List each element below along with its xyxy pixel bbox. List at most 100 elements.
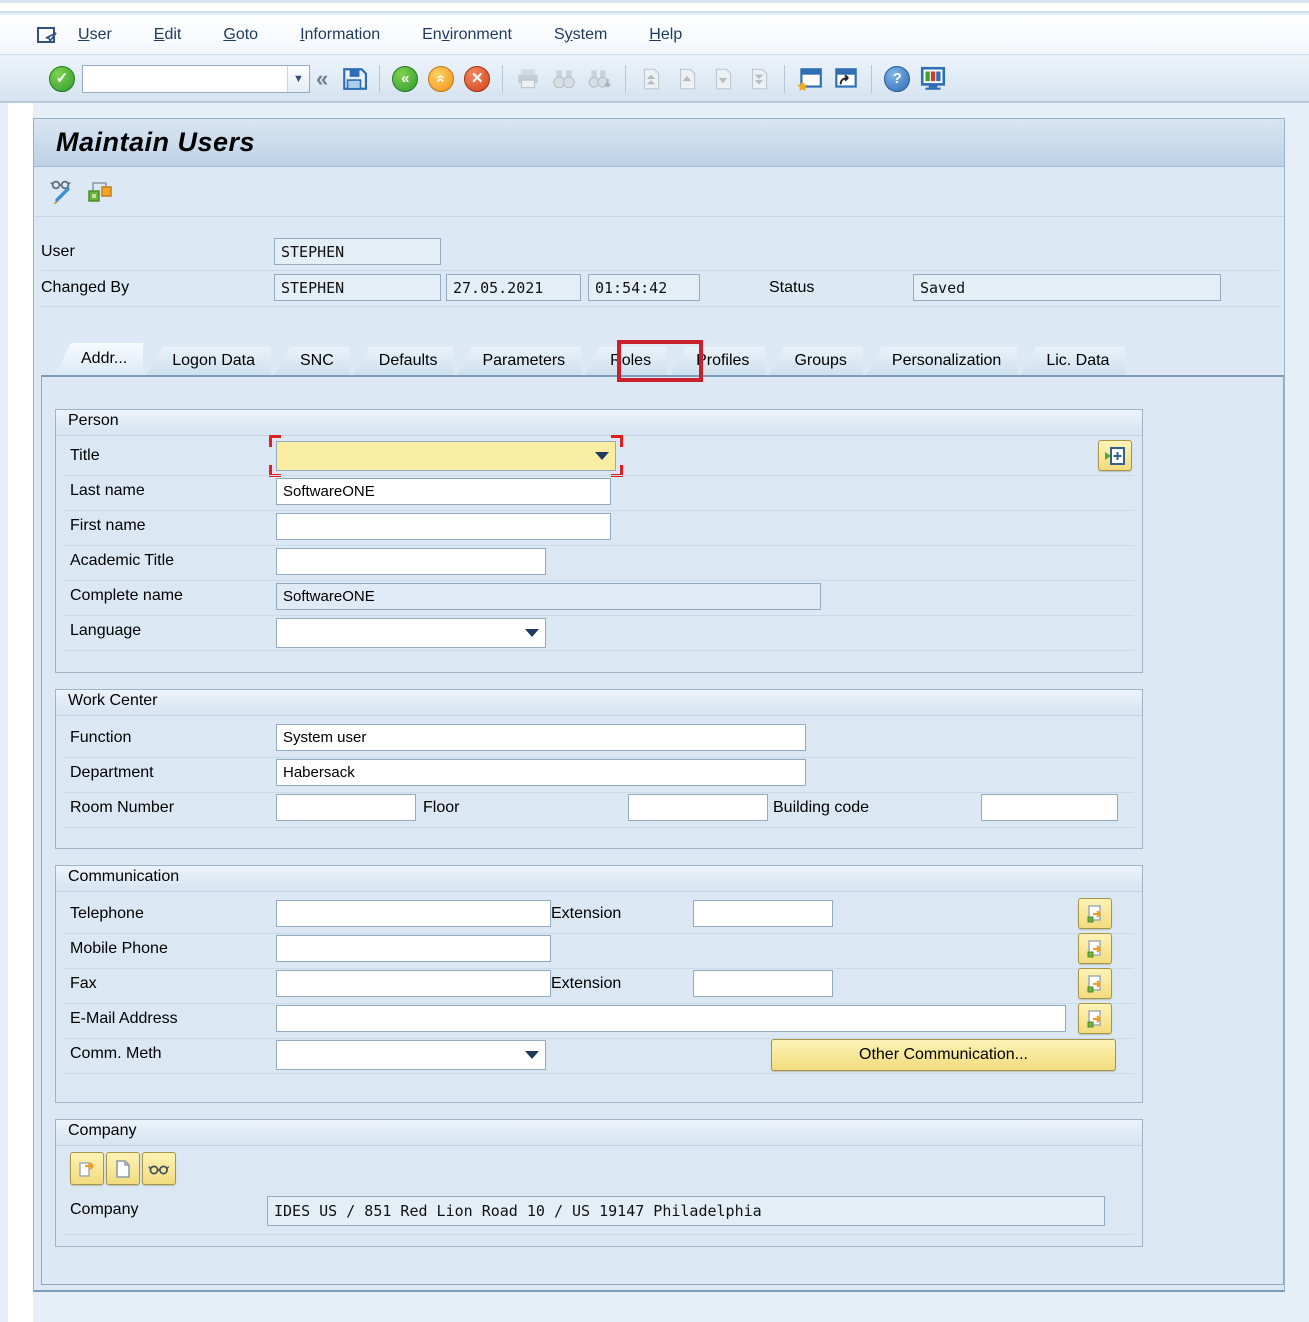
assign-company-address-button[interactable] bbox=[70, 1152, 104, 1185]
complete-name-label: Complete name bbox=[70, 587, 183, 605]
create-shortcut-button[interactable] bbox=[830, 63, 862, 95]
tab-snc[interactable]: SNC bbox=[274, 347, 350, 375]
references-icon bbox=[86, 178, 113, 205]
menu-environment[interactable]: Environment bbox=[422, 26, 512, 44]
save-button[interactable] bbox=[338, 63, 370, 95]
first-name-label: First name bbox=[70, 517, 146, 535]
academic-title-input[interactable] bbox=[276, 548, 546, 575]
function-input[interactable] bbox=[276, 724, 806, 751]
last-page-icon bbox=[746, 66, 772, 92]
work-center-group: Work Center Function Department Room Num… bbox=[55, 689, 1143, 849]
fax-extension-label: Extension bbox=[551, 975, 621, 993]
find-next-button bbox=[584, 63, 616, 95]
print-button bbox=[512, 63, 544, 95]
other-address-button[interactable] bbox=[1098, 440, 1132, 471]
menu-edit[interactable]: Edit bbox=[154, 26, 182, 44]
telephone-input[interactable] bbox=[276, 900, 551, 927]
comm-meth-dropdown[interactable] bbox=[276, 1040, 546, 1070]
title-dropdown[interactable] bbox=[276, 441, 616, 471]
menu-help[interactable]: Help bbox=[649, 26, 682, 44]
other-communication-button[interactable]: Other Communication... bbox=[771, 1039, 1116, 1071]
first-page-button bbox=[635, 63, 667, 95]
find-next-icon bbox=[587, 66, 613, 92]
tab-roles[interactable]: Roles bbox=[584, 347, 667, 375]
tab-strip: Addr... Logon Data SNC Defaults Paramete… bbox=[41, 343, 1284, 375]
tab-lic-data[interactable]: Lic. Data bbox=[1020, 347, 1125, 375]
mobile-phone-input[interactable] bbox=[276, 935, 551, 962]
floor-label: Floor bbox=[423, 799, 459, 817]
status-label: Status bbox=[769, 279, 814, 297]
last-page-button bbox=[743, 63, 775, 95]
enter-button[interactable]: ✓ bbox=[46, 63, 78, 95]
work-center-group-header: Work Center bbox=[56, 690, 1142, 716]
help-icon: ? bbox=[884, 66, 910, 92]
comm-meth-label: Comm. Meth bbox=[70, 1045, 162, 1063]
other-email-button[interactable] bbox=[1078, 1003, 1112, 1034]
command-input[interactable] bbox=[83, 66, 287, 92]
chevron-down-icon bbox=[525, 629, 539, 637]
display-company-address-button[interactable] bbox=[142, 1152, 176, 1185]
fax-input[interactable] bbox=[276, 970, 551, 997]
other-telephone-button[interactable] bbox=[1078, 898, 1112, 929]
system-menu-icon[interactable] bbox=[36, 25, 60, 45]
email-input[interactable] bbox=[276, 1005, 1066, 1032]
changed-by-value-field: STEPHEN bbox=[274, 274, 441, 301]
room-number-input[interactable] bbox=[276, 794, 416, 821]
customize-layout-button[interactable] bbox=[917, 63, 949, 95]
menu-goto[interactable]: Goto bbox=[223, 26, 258, 44]
up-button[interactable]: « bbox=[425, 63, 457, 95]
enter-check-icon: ✓ bbox=[49, 66, 75, 92]
collapse-icon[interactable]: « bbox=[316, 66, 328, 92]
last-name-input[interactable] bbox=[276, 478, 611, 505]
references-button[interactable] bbox=[84, 177, 114, 207]
standard-toolbar: ✓ ▼ « « « ✕ ? bbox=[0, 56, 1309, 103]
building-code-input[interactable] bbox=[981, 794, 1118, 821]
language-dropdown[interactable] bbox=[276, 618, 546, 648]
tab-groups[interactable]: Groups bbox=[768, 347, 862, 375]
assign-address-icon bbox=[77, 1159, 97, 1179]
first-name-input[interactable] bbox=[276, 513, 611, 540]
other-entry-icon bbox=[1085, 939, 1105, 959]
other-fax-button[interactable] bbox=[1078, 968, 1112, 999]
other-mobile-button[interactable] bbox=[1078, 933, 1112, 964]
tab-parameters[interactable]: Parameters bbox=[456, 347, 581, 375]
person-group: Person Title Last name Firs bbox=[55, 409, 1143, 673]
create-icon bbox=[113, 1159, 133, 1179]
create-company-address-button[interactable] bbox=[106, 1152, 140, 1185]
tab-personalization[interactable]: Personalization bbox=[866, 347, 1017, 375]
command-dropdown-icon[interactable]: ▼ bbox=[287, 66, 309, 92]
menu-system[interactable]: System bbox=[554, 26, 607, 44]
tab-profiles[interactable]: Profiles bbox=[670, 347, 765, 375]
menu-information[interactable]: Information bbox=[300, 26, 380, 44]
print-icon bbox=[515, 66, 541, 92]
tab-address[interactable]: Addr... bbox=[55, 343, 143, 375]
tab-defaults[interactable]: Defaults bbox=[353, 347, 454, 375]
address-tab-content: Person Title Last name Firs bbox=[41, 375, 1284, 1285]
telephone-extension-input[interactable] bbox=[693, 900, 833, 927]
communication-group-header: Communication bbox=[56, 866, 1142, 892]
changed-date-field: 27.05.2021 bbox=[446, 274, 581, 301]
help-button[interactable]: ? bbox=[881, 63, 913, 95]
page-up-icon bbox=[674, 66, 700, 92]
department-input[interactable] bbox=[276, 759, 806, 786]
new-session-icon bbox=[796, 66, 824, 92]
address-create-icon bbox=[1104, 446, 1126, 466]
tab-logon-data[interactable]: Logon Data bbox=[146, 347, 271, 375]
mobile-phone-label: Mobile Phone bbox=[70, 940, 168, 958]
back-button[interactable]: « bbox=[389, 63, 421, 95]
display-change-button[interactable] bbox=[46, 177, 76, 207]
room-number-label: Room Number bbox=[70, 799, 174, 817]
new-session-button[interactable] bbox=[794, 63, 826, 95]
menu-user[interactable]: User bbox=[78, 26, 112, 44]
command-field-wrap: ▼ bbox=[82, 65, 310, 93]
save-icon bbox=[341, 66, 367, 92]
find-button bbox=[548, 63, 580, 95]
floor-input[interactable] bbox=[628, 794, 768, 821]
person-group-header: Person bbox=[56, 410, 1142, 436]
first-page-icon bbox=[638, 66, 664, 92]
window-top-edge bbox=[0, 0, 1309, 13]
company-group-header: Company bbox=[56, 1120, 1142, 1146]
page-up-button bbox=[671, 63, 703, 95]
exit-button[interactable]: ✕ bbox=[461, 63, 493, 95]
fax-extension-input[interactable] bbox=[693, 970, 833, 997]
